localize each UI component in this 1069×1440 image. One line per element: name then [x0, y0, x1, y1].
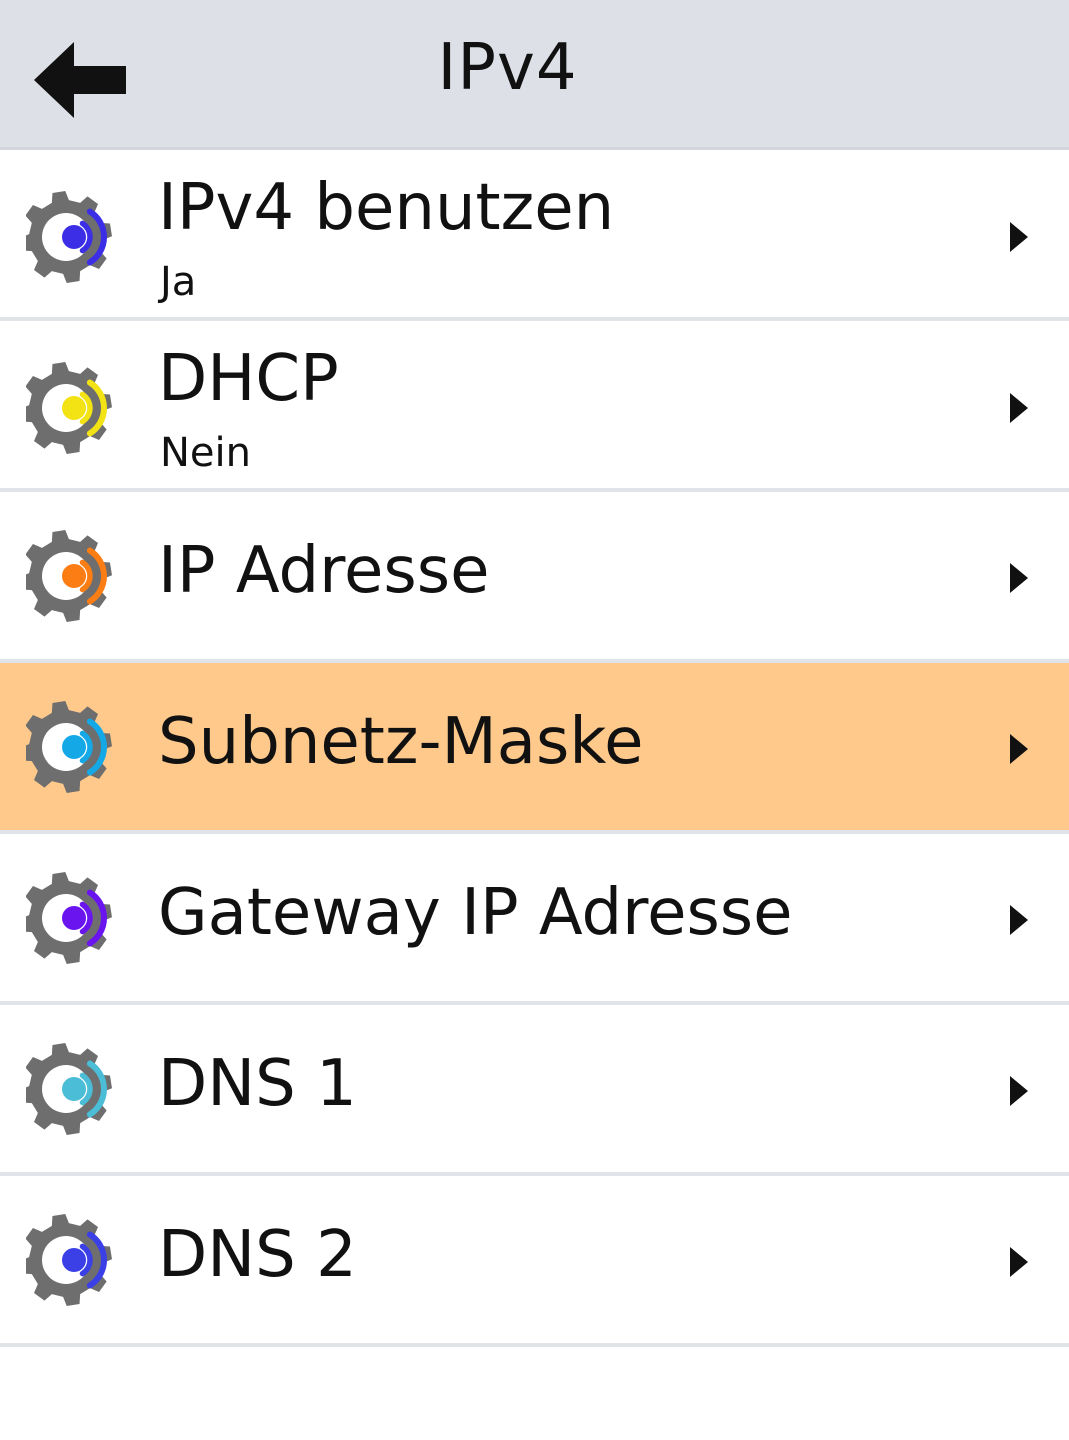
list-item-ip-adresse[interactable]: IP Adresse: [0, 492, 1069, 663]
chevron-right-icon: [1010, 1247, 1028, 1277]
item-label: Subnetz-Maske: [158, 705, 644, 779]
list-item-ipv4-benutzen[interactable]: IPv4 benutzen Ja: [0, 150, 1069, 321]
chevron-right-icon: [1010, 905, 1028, 935]
chevron-right-icon: [1010, 734, 1028, 764]
item-label: IP Adresse: [158, 534, 490, 608]
page-title: IPv4: [437, 31, 578, 105]
settings-wireless-icon: [26, 1214, 112, 1306]
list-item-dns-1[interactable]: DNS 1: [0, 1005, 1069, 1176]
settings-wireless-icon: [26, 191, 112, 283]
list-item-dhcp[interactable]: DHCP Nein: [0, 321, 1069, 492]
item-label: IPv4 benutzen: [158, 171, 615, 245]
settings-wireless-icon: [26, 701, 112, 793]
item-value: Nein: [160, 430, 251, 476]
settings-wireless-icon: [26, 530, 112, 622]
chevron-right-icon: [1010, 1076, 1028, 1106]
chevron-right-icon: [1010, 222, 1028, 252]
item-value: Ja: [160, 259, 197, 305]
chevron-right-icon: [1010, 563, 1028, 593]
settings-wireless-icon: [26, 872, 112, 964]
item-label: DNS 1: [158, 1047, 357, 1121]
item-label: DNS 2: [158, 1218, 357, 1292]
settings-wireless-icon: [26, 1043, 112, 1135]
settings-wireless-icon: [26, 362, 112, 454]
top-bar: IPv4: [0, 0, 1069, 150]
list-item-dns-2[interactable]: DNS 2: [0, 1176, 1069, 1347]
chevron-right-icon: [1010, 393, 1028, 423]
item-label: Gateway IP Adresse: [158, 876, 793, 950]
settings-list: IPv4 benutzen Ja DHCP Nein IP Adresse Su…: [0, 150, 1069, 1347]
list-item-gateway-ip-adresse[interactable]: Gateway IP Adresse: [0, 834, 1069, 1005]
list-item-subnetz-maske[interactable]: Subnetz-Maske: [0, 663, 1069, 834]
item-label: DHCP: [158, 342, 339, 416]
